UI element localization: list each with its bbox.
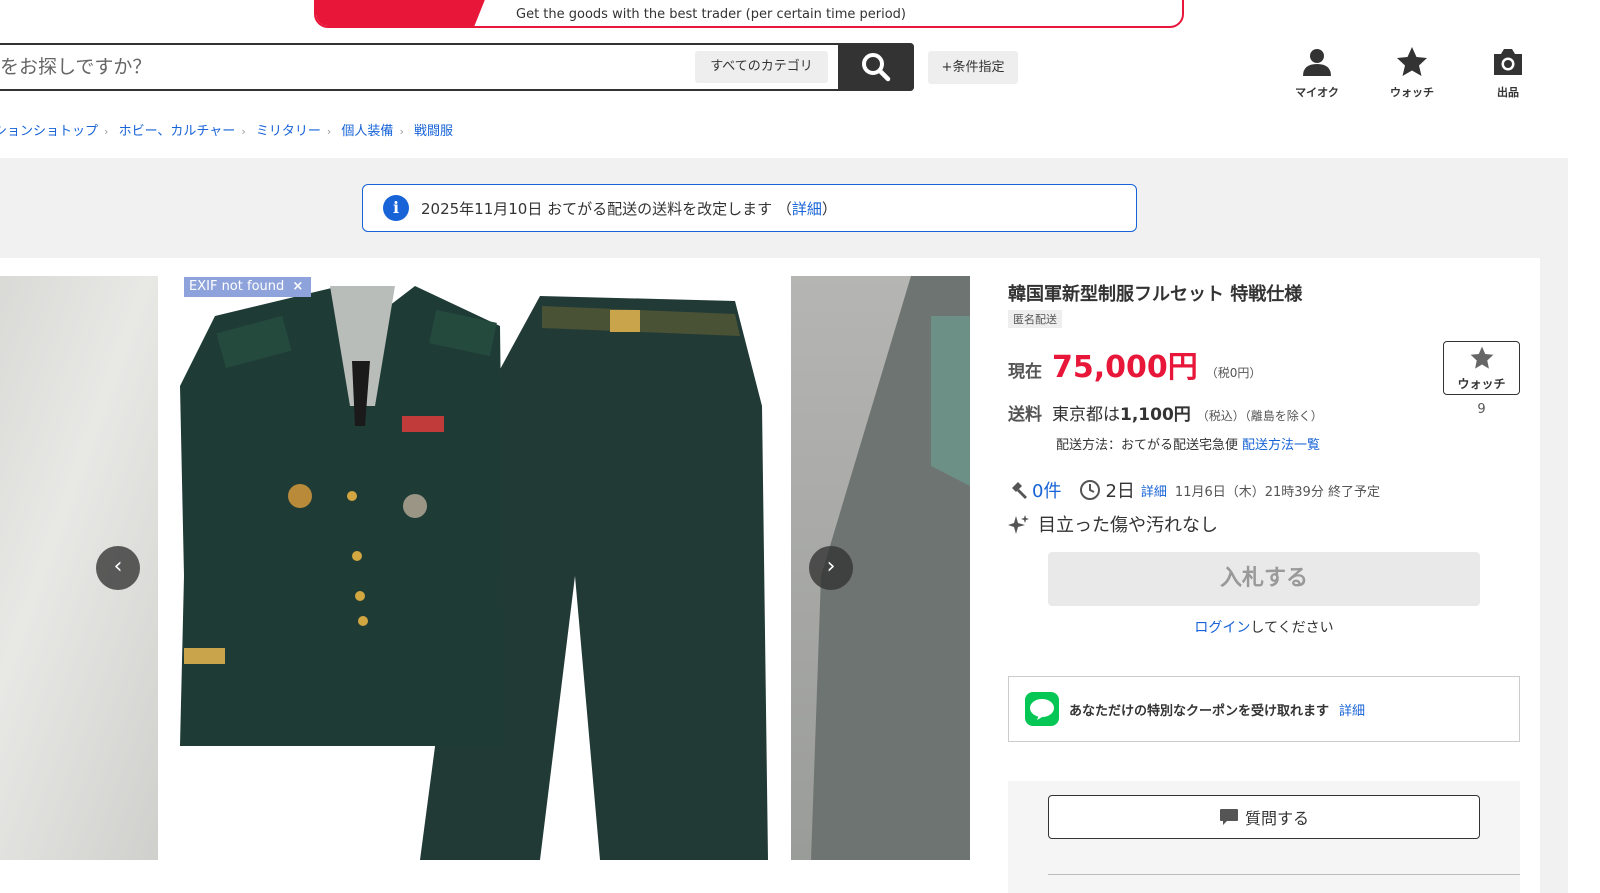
chevron-right-icon: › <box>241 125 246 138</box>
search-bar: すべてのカテゴリ <box>0 43 914 91</box>
exif-badge: EXIF not found × <box>184 277 311 297</box>
notice-text: 2025年11月10日 おてがる配送の送料を改定します （ <box>421 199 792 218</box>
line-coupon-banner[interactable]: あなただけの特別なクーポンを受け取れます 詳細 <box>1008 676 1520 742</box>
search-icon <box>862 53 891 82</box>
login-suffix: してください <box>1250 620 1334 636</box>
info-icon: i <box>383 195 409 221</box>
watch-count: 9 <box>1477 402 1486 417</box>
shipping-amount: 1,100円 <box>1120 405 1191 425</box>
promo-banner-text: Get the goods with the best trader (per … <box>516 7 906 22</box>
shipping-method-text: 配送方法：おてがる配送宅急便 <box>1056 438 1239 453</box>
star-icon <box>1470 346 1493 369</box>
myauc-label: マイオク <box>1295 86 1339 99</box>
condition-text: 目立った傷や汚れなし <box>1038 515 1218 536</box>
close-icon[interactable]: × <box>292 279 303 294</box>
breadcrumb-item[interactable]: ミリタリー <box>256 124 321 139</box>
shipping-value: 東京都は1,100円 <box>1052 400 1191 425</box>
watch-label: ウォッチ <box>1390 86 1434 99</box>
conditions-button[interactable]: +条件指定 <box>928 51 1018 84</box>
login-note: ログインしてください <box>1048 617 1480 637</box>
watch-list-button[interactable]: ウォッチ <box>1372 46 1452 100</box>
price-label: 現在 <box>1008 362 1042 382</box>
line-coupon-text: あなただけの特別なクーポンを受け取れます <box>1069 703 1330 719</box>
shipping-method-list-link[interactable]: 配送方法一覧 <box>1242 438 1320 453</box>
next-image-button[interactable]: › <box>809 546 853 590</box>
uniform-photo <box>180 276 772 860</box>
main-product-image[interactable] <box>180 276 772 860</box>
divider <box>1048 874 1520 875</box>
clock-icon <box>1080 480 1101 500</box>
sparkle-icon <box>1008 515 1029 534</box>
current-price: 75,000円 <box>1052 350 1198 385</box>
star-icon <box>1397 47 1427 76</box>
promo-banner-accent <box>316 0 496 26</box>
chevron-right-icon: › <box>399 125 404 138</box>
question-button[interactable]: 質問する <box>1048 795 1480 839</box>
shipping-row: 送料 東京都は1,100円 （税込）（離島を除く） <box>1008 400 1323 425</box>
breadcrumb-item[interactable]: ションショトップ <box>0 124 98 139</box>
myauc-button[interactable]: マイオク <box>1277 46 1357 100</box>
notice-close-paren: ） <box>821 199 837 218</box>
speech-bubble-icon <box>1219 809 1238 825</box>
price-row: 現在 75,000円 （税0円） <box>1008 342 1261 386</box>
breadcrumb-item[interactable]: 個人装備 <box>341 124 393 139</box>
question-button-label: 質問する <box>1244 809 1309 828</box>
shipping-region: 東京都は <box>1052 405 1120 425</box>
item-title: 韓国軍新型制服フルセット 特戦仕様 <box>1008 284 1303 305</box>
watch-button[interactable]: ウォッチ <box>1443 341 1520 395</box>
prev-image-button[interactable]: ‹ <box>96 546 140 590</box>
sell-button[interactable]: 出品 <box>1468 46 1548 100</box>
end-time: 11月6日（木）21時39分 終了予定 <box>1174 484 1380 500</box>
shipping-label: 送料 <box>1008 405 1042 425</box>
chevron-right-icon: › <box>826 554 836 579</box>
notice-detail-link[interactable]: 詳細 <box>792 198 822 219</box>
time-detail-link[interactable]: 詳細 <box>1141 481 1167 500</box>
line-bubble-icon <box>1030 699 1054 720</box>
promo-banner[interactable]: Get the goods with the best trader (per … <box>314 0 1184 28</box>
shipping-method: 配送方法：おてがる配送宅急便 配送方法一覧 <box>1056 434 1320 453</box>
item-condition: 目立った傷や汚れなし <box>1008 511 1218 537</box>
shipping-notice: i 2025年11月10日 おてがる配送の送料を改定します （詳細） <box>362 184 1137 232</box>
sell-label: 出品 <box>1497 86 1519 99</box>
shipping-note: （税込）（離島を除く） <box>1196 409 1323 423</box>
user-icon <box>1303 49 1331 76</box>
chevron-right-icon: › <box>326 125 332 138</box>
watch-button-label: ウォッチ <box>1457 377 1506 391</box>
camera-icon <box>1494 49 1522 75</box>
breadcrumb-item[interactable]: ホビー、カルチャー <box>119 124 236 139</box>
category-select[interactable]: すべてのカテゴリ <box>695 51 828 83</box>
chevron-right-icon: › <box>104 125 109 138</box>
breadcrumb-item[interactable]: 戦闘服 <box>414 124 453 139</box>
chevron-left-icon: ‹ <box>113 554 123 579</box>
line-icon <box>1025 692 1059 726</box>
search-input[interactable] <box>0 45 688 89</box>
anonymous-shipping-badge: 匿名配送 <box>1008 310 1062 328</box>
exif-text: EXIF not found <box>189 279 285 294</box>
breadcrumb: ションショトップ › ホビー、カルチャー › ミリタリー › 個人装備 › 戦闘服 <box>0 120 453 139</box>
bids-time-row: 0件 2日 詳細 11月6日（木）21時39分 終了予定 <box>1008 477 1380 503</box>
tax-note: （税0円） <box>1205 366 1262 380</box>
bid-count-link[interactable]: 0件 <box>1032 477 1061 503</box>
gavel-icon <box>1012 482 1027 499</box>
login-link[interactable]: ログイン <box>1194 620 1250 636</box>
bid-button[interactable]: 入札する <box>1048 552 1480 606</box>
time-remaining: 2日 <box>1105 481 1135 502</box>
line-coupon-detail-link[interactable]: 詳細 <box>1339 700 1365 719</box>
search-button[interactable] <box>838 43 914 91</box>
